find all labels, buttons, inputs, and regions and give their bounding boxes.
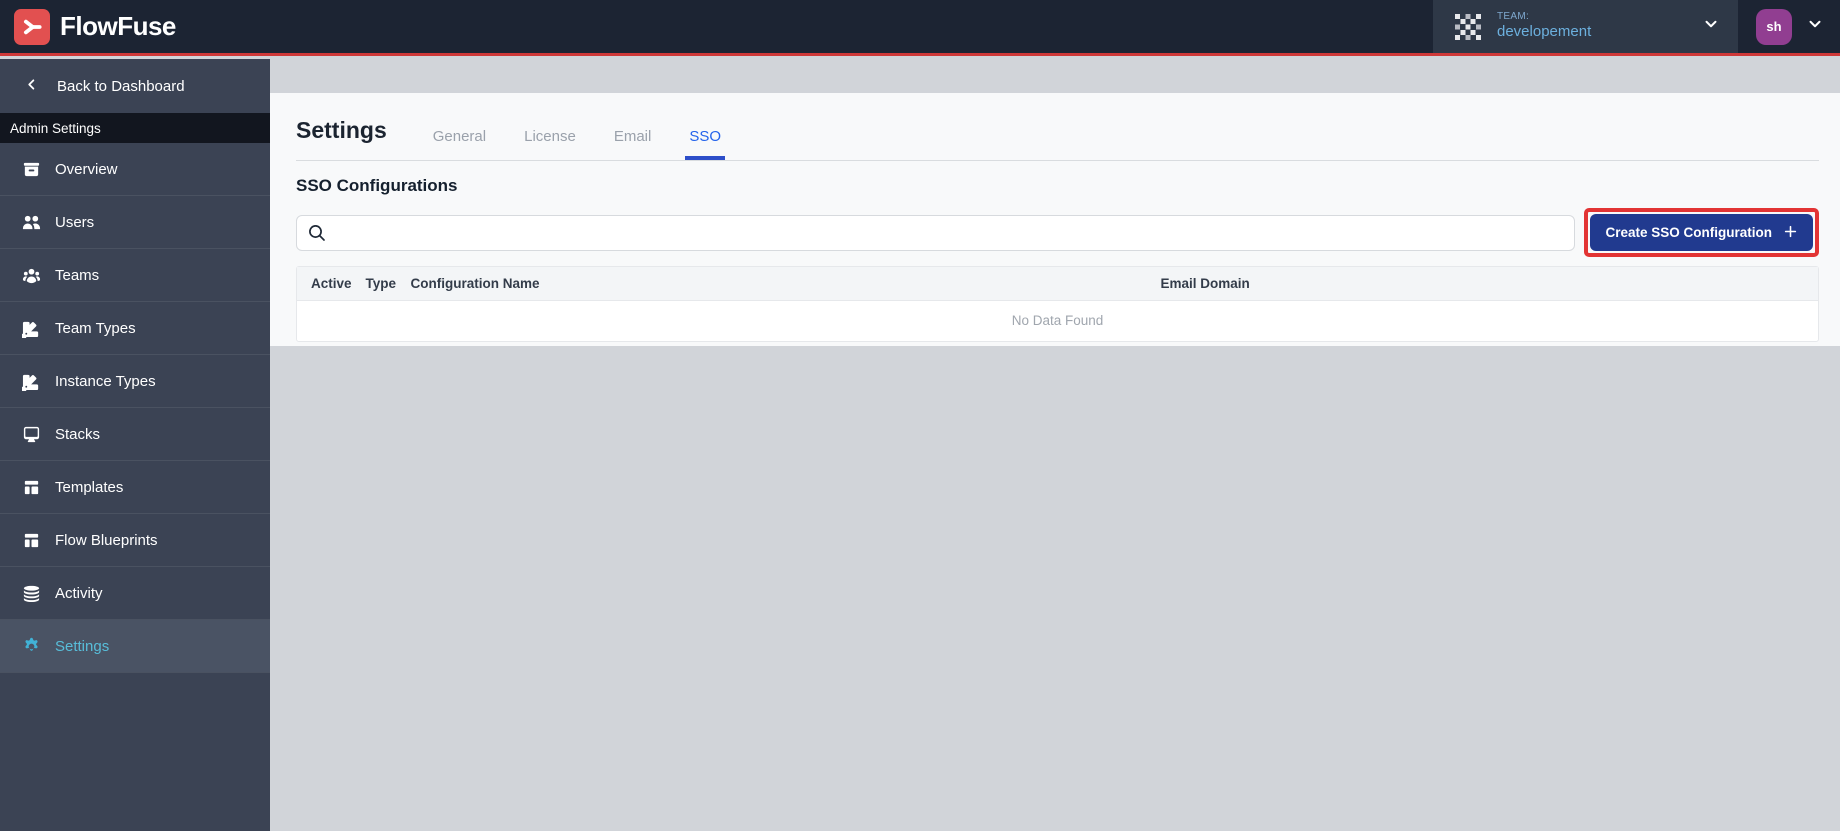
team-chevron-down-icon [1702, 15, 1720, 38]
sidebar-item-overview[interactable]: Overview [0, 143, 270, 196]
tab-email[interactable]: Email [614, 113, 652, 160]
page-title: Settings [296, 117, 387, 143]
team-avatar [1451, 10, 1485, 44]
sidebar-item-label: Flow Blueprints [55, 531, 158, 549]
user-chevron-down-icon [1806, 15, 1824, 38]
sidebar-item-label: Templates [55, 478, 124, 496]
sidebar-item-label: Overview [55, 160, 118, 178]
flowfuse-logo-icon [14, 8, 50, 45]
sidebar-item-teams[interactable]: Teams [0, 249, 270, 302]
user-menu[interactable]: sh [1738, 0, 1840, 53]
settings-panel: Settings General License Email SSO SSO C… [270, 93, 1840, 346]
sidebar-item-activity[interactable]: Activity [0, 567, 270, 620]
sidebar-nav: Overview Users Teams Team Types Instance… [0, 143, 270, 673]
col-configuration-name: Configuration Name [396, 267, 1147, 301]
users-icon [22, 215, 41, 229]
team-types-icon [22, 321, 39, 338]
sidebar-item-label: Activity [55, 584, 103, 602]
instance-types-icon [22, 374, 39, 391]
sidebar-item-label: Teams [55, 266, 100, 284]
sidebar-item-team-types[interactable]: Team Types [0, 302, 270, 355]
gear-icon [25, 637, 38, 651]
table-header-row: Active Type Configuration Name Email Dom… [297, 267, 1818, 301]
stacks-icon [23, 426, 40, 442]
col-type: Type [351, 267, 397, 301]
tab-general[interactable]: General [433, 113, 486, 160]
app-window: FlowFuse TEAM: developement sh Back to D… [0, 0, 1840, 831]
sidebar-item-label: Settings [55, 637, 110, 655]
create-sso-button[interactable]: Create SSO Configuration [1590, 214, 1813, 251]
col-email-domain: Email Domain [1146, 267, 1818, 301]
app-header: FlowFuse TEAM: developement sh [0, 0, 1840, 56]
teams-icon [22, 268, 41, 283]
main-area: Settings General License Email SSO SSO C… [270, 59, 1840, 831]
team-label: TEAM: [1497, 10, 1530, 22]
section-title: SSO Configurations [296, 176, 458, 195]
team-selector[interactable]: TEAM: developement [1433, 0, 1738, 53]
sso-table: Active Type Configuration Name Email Dom… [296, 266, 1819, 342]
activity-icon [23, 585, 40, 602]
flow-blueprints-icon [24, 533, 39, 547]
back-to-dashboard[interactable]: Back to Dashboard [0, 59, 270, 113]
overview-icon [23, 162, 40, 176]
team-name: developement [1497, 23, 1592, 41]
chevron-left-icon [24, 77, 39, 96]
user-avatar[interactable]: sh [1756, 8, 1792, 45]
sidebar-item-label: Instance Types [55, 372, 156, 390]
sidebar-item-instance-types[interactable]: Instance Types [0, 355, 270, 408]
search-icon [307, 223, 327, 248]
brand[interactable]: FlowFuse [14, 8, 176, 45]
brand-name: FlowFuse [60, 11, 176, 41]
annotation-highlight: Create SSO Configuration [1584, 208, 1819, 257]
sidebar-item-stacks[interactable]: Stacks [0, 408, 270, 461]
tab-sso[interactable]: SSO [685, 113, 725, 160]
templates-icon [24, 480, 39, 494]
settings-tabs: General License Email SSO [433, 113, 725, 160]
sidebar-item-label: Team Types [55, 319, 136, 337]
settings-header-row: Settings General License Email SSO [296, 113, 1819, 161]
back-label: Back to Dashboard [57, 77, 185, 95]
admin-settings-label: Admin Settings [0, 113, 270, 143]
search-row: Create SSO Configuration [296, 208, 1819, 257]
plus-icon [1783, 224, 1798, 242]
sidebar-item-label: Users [55, 213, 95, 231]
sidebar: Back to Dashboard Admin Settings Overvie… [0, 59, 270, 831]
col-active: Active [297, 267, 352, 301]
sidebar-item-settings[interactable]: Settings [0, 620, 270, 673]
search-input[interactable] [296, 214, 1576, 251]
empty-state: No Data Found [1011, 313, 1104, 328]
sidebar-item-templates[interactable]: Templates [0, 461, 270, 514]
tab-license[interactable]: License [524, 113, 576, 160]
empty-row: No Data Found [297, 301, 1818, 342]
sidebar-item-users[interactable]: Users [0, 196, 270, 249]
create-sso-button-label: Create SSO Configuration [1605, 225, 1772, 240]
sidebar-item-flow-blueprints[interactable]: Flow Blueprints [0, 514, 270, 567]
sidebar-item-label: Stacks [55, 425, 101, 443]
